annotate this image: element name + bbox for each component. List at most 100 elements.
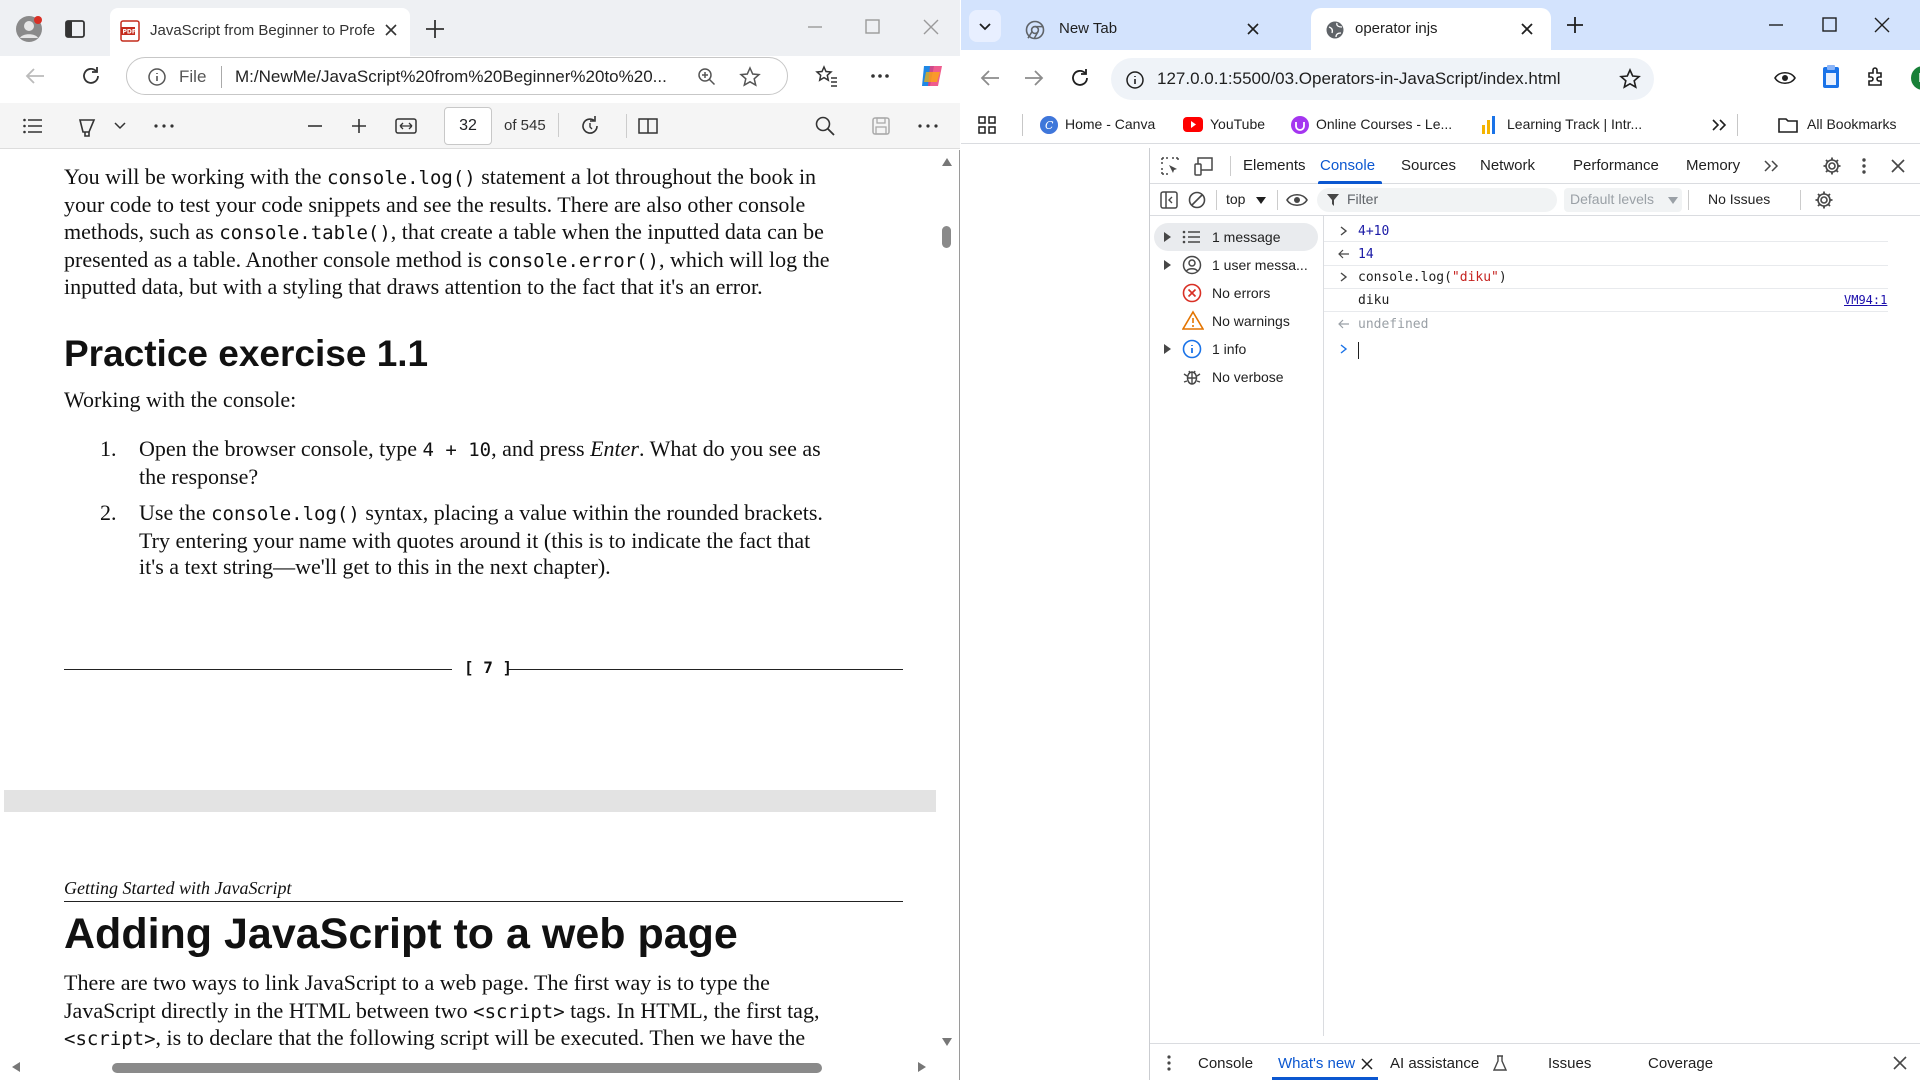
back-icon[interactable] xyxy=(979,67,1001,89)
pdf-more-icon[interactable] xyxy=(916,115,940,137)
tab-elements[interactable]: Elements xyxy=(1243,148,1306,184)
console-settings-icon[interactable] xyxy=(1814,190,1834,210)
horizontal-scrollbar[interactable] xyxy=(4,1056,937,1078)
drawer-tab-issues[interactable]: Issues xyxy=(1548,1055,1591,1072)
sidebar-item-user-messages[interactable]: 1 user messa... xyxy=(1150,251,1320,279)
tab-memory[interactable]: Memory xyxy=(1686,148,1740,184)
inspect-element-icon[interactable] xyxy=(1160,156,1180,176)
eye-icon[interactable] xyxy=(1773,66,1797,90)
tab-console[interactable]: Console xyxy=(1320,148,1375,184)
close-window-icon[interactable] xyxy=(1873,16,1891,34)
bookmark-star-icon[interactable] xyxy=(1619,68,1641,90)
info-icon[interactable] xyxy=(147,67,167,87)
refresh-icon[interactable] xyxy=(80,65,102,87)
profile-avatar[interactable]: D xyxy=(1911,66,1920,90)
device-toolbar-icon[interactable] xyxy=(1194,156,1216,176)
drawer-tab-ai-assistance[interactable]: AI assistance xyxy=(1390,1055,1479,1072)
tab-new-tab[interactable]: New Tab xyxy=(1015,8,1279,50)
tab-search-button[interactable] xyxy=(969,10,1001,42)
issues-count[interactable]: No Issues xyxy=(1708,191,1770,207)
close-drawer-tab-icon[interactable] xyxy=(1361,1058,1373,1070)
exercise-item-2: Use the console.log() syntax, placing a … xyxy=(139,500,823,581)
maximize-icon[interactable] xyxy=(1821,16,1839,34)
refresh-icon[interactable] xyxy=(1069,67,1091,89)
devtools-menu-icon[interactable] xyxy=(1860,156,1868,176)
copilot-icon[interactable] xyxy=(918,62,946,90)
more-tabs-icon[interactable] xyxy=(1763,159,1779,173)
page-view-icon[interactable] xyxy=(636,115,660,137)
page-content[interactable] xyxy=(961,144,1149,1080)
draw-icon[interactable] xyxy=(76,114,100,138)
tab-actions-icon[interactable] xyxy=(64,18,86,40)
filter-input[interactable]: Filter xyxy=(1317,188,1557,212)
zoom-icon[interactable] xyxy=(697,67,717,87)
console-output[interactable]: 4+10 14 console.log("diku") diku VM94:1 … xyxy=(1324,216,1920,1036)
vertical-scrollbar[interactable] xyxy=(937,150,956,1056)
scroll-thumb[interactable] xyxy=(112,1063,822,1073)
chevron-down-icon[interactable] xyxy=(114,121,126,131)
back-icon[interactable] xyxy=(24,65,46,87)
favorites-icon[interactable] xyxy=(815,64,839,88)
zoom-in-icon[interactable] xyxy=(348,115,370,137)
drawer-tab-coverage[interactable]: Coverage xyxy=(1648,1055,1713,1072)
text-line: your code to test your code snippets and… xyxy=(64,192,914,220)
log-source-link[interactable]: VM94:1 xyxy=(1844,293,1887,307)
new-tab-icon[interactable] xyxy=(1565,15,1585,35)
console-toolbar: top Filter Default levels No Issues xyxy=(1150,184,1920,216)
more-options-icon[interactable] xyxy=(868,64,892,88)
close-tab-icon[interactable] xyxy=(1245,21,1261,37)
tab-operator-injs[interactable]: operator injs xyxy=(1311,8,1551,50)
text-run: JavaScript directly in the HTML between … xyxy=(64,997,474,1023)
extensions-icon[interactable] xyxy=(1865,65,1889,89)
sidebar-item-warnings[interactable]: No warnings xyxy=(1150,307,1320,335)
sidebar-item-verbose[interactable]: No verbose xyxy=(1150,363,1320,391)
more-tools-icon[interactable] xyxy=(152,115,176,137)
close-tab-icon[interactable] xyxy=(383,22,399,38)
omnibox[interactable]: 127.0.0.1:5500/03.Operators-in-JavaScrip… xyxy=(1111,58,1654,100)
live-expression-eye-icon[interactable] xyxy=(1285,190,1309,210)
close-devtools-icon[interactable] xyxy=(1890,158,1906,174)
profile-icon[interactable] xyxy=(14,14,44,44)
pdf-tab[interactable]: PDF JavaScript from Beginner to Profe xyxy=(110,8,410,56)
drawer-tab-whats-new[interactable]: What's new xyxy=(1278,1055,1355,1072)
close-tab-icon[interactable] xyxy=(1519,21,1535,37)
contents-icon[interactable] xyxy=(22,115,44,137)
clipboard-extension-icon[interactable] xyxy=(1819,64,1843,90)
pdf-viewer[interactable]: You will be working with the console.log… xyxy=(4,150,956,1080)
apps-grid-icon[interactable] xyxy=(977,115,997,135)
minimize-icon[interactable] xyxy=(1767,16,1785,34)
clear-console-icon[interactable] xyxy=(1188,191,1206,209)
pdf-toolbar: 32 of 545 xyxy=(0,103,960,149)
scroll-thumb[interactable] xyxy=(942,226,951,248)
rotate-icon[interactable] xyxy=(578,114,602,138)
zoom-out-icon[interactable] xyxy=(304,115,326,137)
more-bookmarks-icon[interactable] xyxy=(1711,118,1727,132)
drawer-menu-icon[interactable] xyxy=(1166,1054,1172,1072)
close-drawer-icon[interactable] xyxy=(1893,1056,1907,1070)
fit-width-icon[interactable] xyxy=(394,115,418,137)
sidebar-item-errors[interactable]: No errors xyxy=(1150,279,1320,307)
sidebar-toggle-icon[interactable] xyxy=(1160,191,1178,209)
footer-rule-left xyxy=(64,669,452,670)
new-tab-icon[interactable] xyxy=(424,18,446,40)
save-icon[interactable] xyxy=(870,115,892,137)
tab-sources[interactable]: Sources xyxy=(1401,148,1456,184)
tab-network[interactable]: Network xyxy=(1480,148,1535,184)
favorite-star-icon[interactable] xyxy=(739,66,761,88)
log-levels-dropdown[interactable]: Default levels xyxy=(1564,188,1682,212)
settings-gear-icon[interactable] xyxy=(1822,156,1842,176)
maximize-icon[interactable] xyxy=(864,18,882,36)
page-number-input[interactable]: 32 xyxy=(444,107,492,145)
context-selector[interactable]: top xyxy=(1222,188,1272,212)
minimize-icon[interactable] xyxy=(806,18,824,36)
tab-performance[interactable]: Performance xyxy=(1573,148,1659,184)
forward-icon[interactable] xyxy=(1023,67,1045,89)
search-icon[interactable] xyxy=(814,115,836,137)
console-prompt[interactable] xyxy=(1324,338,1888,362)
sidebar-item-messages[interactable]: 1 message xyxy=(1150,223,1320,251)
close-window-icon[interactable] xyxy=(922,18,940,36)
site-info-icon[interactable] xyxy=(1125,70,1145,90)
drawer-tab-console[interactable]: Console xyxy=(1198,1055,1253,1072)
address-bar[interactable]: File M:/NewMe/JavaScript%20from%20Beginn… xyxy=(126,57,788,95)
sidebar-item-info[interactable]: 1 info xyxy=(1150,335,1320,363)
